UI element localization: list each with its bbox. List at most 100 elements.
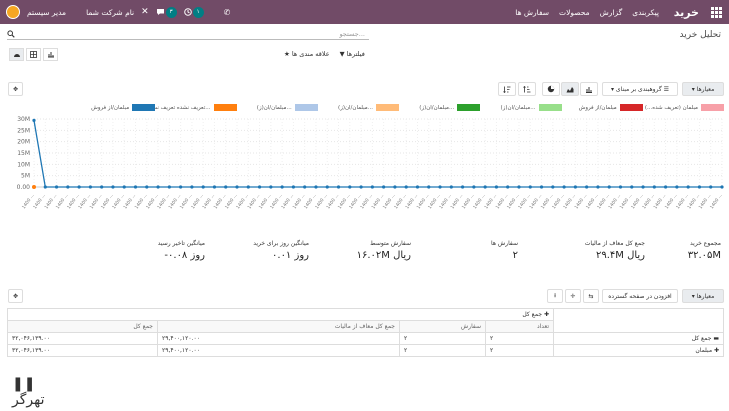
kpi-average-order: سفارش متوسط ۱۶.۰۲M ریال xyxy=(357,240,411,261)
line-chart-button[interactable] xyxy=(561,82,579,96)
download-button[interactable]: ⭳ xyxy=(547,289,563,303)
data-point xyxy=(539,185,544,189)
user-avatar[interactable] xyxy=(6,5,20,19)
y-tick-label: 30M xyxy=(17,116,30,123)
data-point xyxy=(517,185,521,189)
data-point xyxy=(596,185,600,189)
expand-chart-button[interactable]: ✥ xyxy=(8,82,23,96)
messages-icon[interactable]: ۳ xyxy=(156,6,177,18)
table-cell[interactable]: ۲ xyxy=(399,344,486,357)
menu-item-products[interactable]: محصولات xyxy=(559,8,590,17)
pivot-row-header[interactable]: ✚ مبلمان xyxy=(553,344,724,357)
pivot-row-header[interactable]: ▬ جمع کل xyxy=(553,332,724,345)
data-point xyxy=(720,185,724,189)
data-point xyxy=(359,185,363,189)
pie-chart-icon xyxy=(547,85,555,93)
table-cell[interactable]: ۲ xyxy=(399,332,486,345)
table-cell[interactable]: ۲۹,۴۰۰,۱۲۰.۰۰ xyxy=(157,344,400,357)
pivot-measures-dropdown[interactable]: ▾ معیارها xyxy=(682,289,724,303)
data-point xyxy=(303,185,307,189)
data-point xyxy=(66,185,70,189)
data-point xyxy=(573,185,577,189)
data-point xyxy=(280,185,284,189)
dashboard-view-button[interactable] xyxy=(9,48,24,61)
data-point xyxy=(415,185,420,189)
y-tick-label: 15M xyxy=(17,150,30,157)
search-icon[interactable] xyxy=(7,30,15,38)
filter-icon: ▼ xyxy=(339,50,345,58)
row-label: جمع کل xyxy=(691,335,712,342)
user-name[interactable]: مدیر سیستم xyxy=(27,8,66,17)
data-point xyxy=(212,185,217,189)
kpi-label: جمع کل معاف از مالیات xyxy=(584,240,645,247)
gauge-icon xyxy=(13,54,20,57)
activity-icon[interactable]: ۱ xyxy=(183,6,204,18)
menu-item-configuration[interactable]: پیکربندی xyxy=(632,8,659,17)
data-point xyxy=(370,185,374,189)
data-point xyxy=(257,185,262,189)
table-cell[interactable]: ۳۲,۰۴۶,۱۳۹.۰۰ xyxy=(7,332,158,345)
menu-item-orders[interactable]: سفارش ها xyxy=(515,8,549,17)
groupby-dropdown[interactable]: ▾ گروهبندی بر مبنای ☰ xyxy=(602,82,678,96)
expand-pivot-button[interactable]: ✥ xyxy=(8,289,23,303)
favorites-label: علاقه مندی ها xyxy=(291,50,330,58)
insert-spreadsheet-button[interactable]: افزودن در صفحه گسترده xyxy=(602,289,678,303)
data-point xyxy=(562,185,566,189)
data-point xyxy=(607,185,611,189)
phone-icon[interactable]: ✆ xyxy=(224,8,231,17)
data-point xyxy=(585,185,589,189)
data-point xyxy=(483,185,487,189)
apps-menu-icon[interactable] xyxy=(709,0,723,24)
kpi-label: سفارش متوسط xyxy=(370,240,411,247)
pivot-measure-header[interactable]: جمع کل معاف از مالیات xyxy=(157,320,400,333)
app-title[interactable]: خرید xyxy=(674,0,699,24)
table-cell[interactable]: ۲ xyxy=(485,332,554,345)
sort-asc-button[interactable] xyxy=(518,82,536,96)
star-icon: ★ xyxy=(284,50,290,58)
kpi-value: ۲۹.۴M ریال xyxy=(595,250,645,261)
line-chart: 30M25M20M15M10M5M0.001400 ...1400 ...140… xyxy=(17,116,724,210)
pivot-measure-header[interactable]: جمع کل xyxy=(7,320,158,333)
row-label: مبلمان xyxy=(695,347,713,354)
pivot-measure-header[interactable]: سفارش xyxy=(399,320,486,333)
filters-toggle[interactable]: ▼ فیلترها xyxy=(340,50,365,58)
table-cell[interactable]: ۳۲,۰۴۶,۱۳۹.۰۰ xyxy=(7,344,158,357)
pivot-column-header-label: جمع کل xyxy=(522,311,543,318)
menu-item-reporting[interactable]: گزارش xyxy=(600,8,623,17)
series-line xyxy=(33,120,722,188)
table-cell[interactable]: ۲۹,۴۰۰,۱۲۰.۰۰ xyxy=(157,332,400,345)
data-point xyxy=(348,185,352,189)
breadcrumb: تحلیل خرید xyxy=(679,30,721,40)
bar-chart-button[interactable] xyxy=(580,82,598,96)
pivot-measure-header[interactable]: تعداد xyxy=(485,320,554,333)
kpi-label: میانگین تاخیر رسید xyxy=(157,240,205,247)
measures-dropdown[interactable]: ▾ معیارها xyxy=(682,82,724,96)
flip-axis-button[interactable]: ⇆ xyxy=(583,289,599,303)
data-point xyxy=(697,185,702,189)
messages-count: ۳ xyxy=(165,6,177,18)
company-name[interactable]: نام شرکت شما xyxy=(86,8,134,17)
sort-desc-button[interactable] xyxy=(498,82,516,96)
debug-icon[interactable]: ✕ xyxy=(141,7,149,17)
graph-view-button[interactable] xyxy=(43,48,58,61)
search-bar[interactable]: جستجو... xyxy=(7,29,369,40)
search-input[interactable]: جستجو... xyxy=(339,30,365,38)
data-point xyxy=(201,185,205,189)
favorites-toggle[interactable]: ★ علاقه مندی ها xyxy=(284,50,330,58)
data-point xyxy=(528,185,532,189)
pivot-corner xyxy=(553,308,724,333)
expand-all-button[interactable]: ✛ xyxy=(565,289,581,303)
pivot-view-button[interactable] xyxy=(26,48,41,61)
data-point xyxy=(43,185,47,189)
kpi-value: ۱۶.۰۲M ریال xyxy=(356,250,411,261)
data-point xyxy=(404,185,408,189)
sort-icon xyxy=(523,85,531,92)
data-point xyxy=(551,185,555,189)
pie-chart-button[interactable] xyxy=(542,82,560,96)
pivot-column-header[interactable]: ✚ جمع کل xyxy=(7,308,554,321)
data-point xyxy=(641,185,645,189)
top-navbar: خرید سفارش ها محصولات گزارش پیکربندی مدی… xyxy=(0,0,729,24)
table-cell[interactable]: ۲ xyxy=(485,344,554,357)
watermark-mark: ❚❚ xyxy=(12,376,36,392)
data-point xyxy=(224,185,228,189)
